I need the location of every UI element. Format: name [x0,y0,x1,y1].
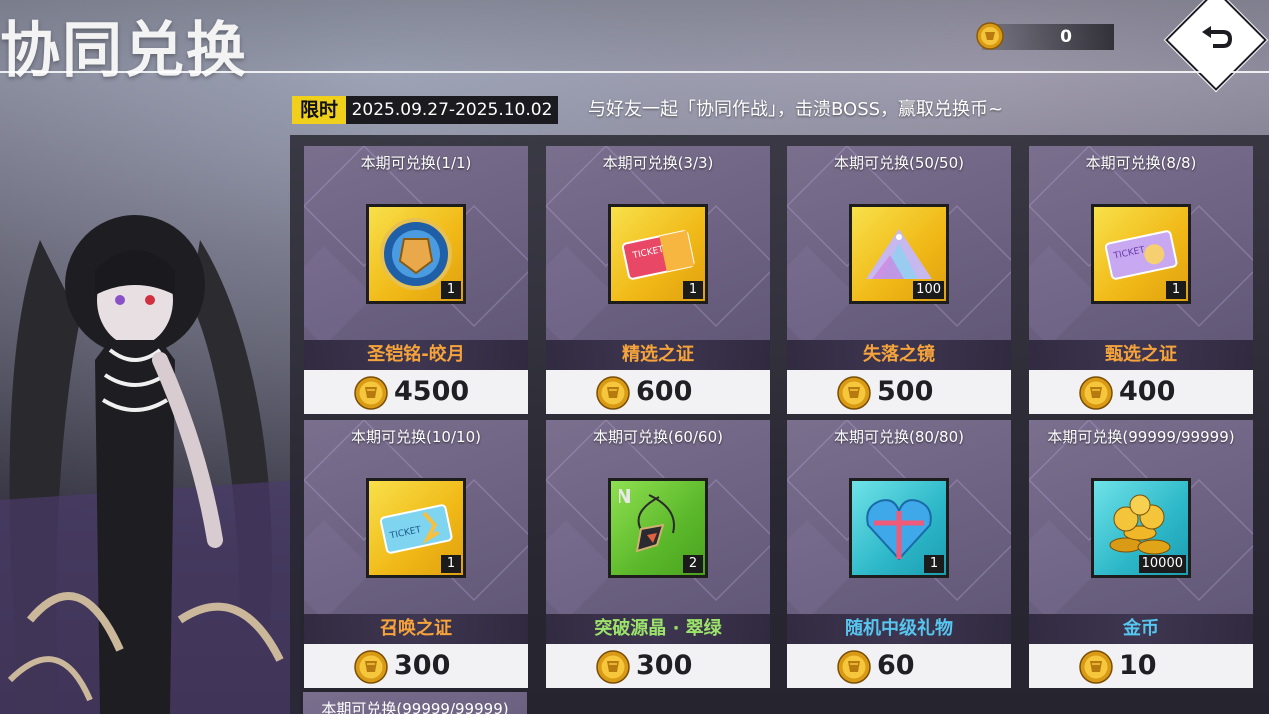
card-limit-text: 本期可兑换(1/1) [360,154,472,172]
price-button[interactable]: 4500 [304,370,528,414]
item-icon-box[interactable]: 100 [849,204,949,304]
item-name: 失落之镜 [863,344,935,365]
exchange-coin-icon [354,650,388,684]
item-name: 突破源晶 · 翠绿 [594,618,722,639]
item-name-bar: 精选之证 [546,340,770,370]
item-name: 圣铠铭-皎月 [367,344,465,365]
price-button[interactable]: 600 [546,370,770,414]
return-arrow-icon [1202,26,1233,48]
price-button[interactable]: 60 [787,644,1011,688]
exchange-card-partial[interactable]: 本期可兑换(99999/99999) [303,692,527,714]
currency-value: 0 [1060,27,1072,47]
item-icon-box[interactable]: 1 [849,478,949,578]
exchange-card[interactable]: 本期可兑换(8/8) TICKET 1 甄选之证 400 [1029,146,1253,414]
item-name: 金币 [1123,618,1159,639]
card-limit-text: 本期可兑换(60/60) [593,428,723,446]
item-quantity: 1 [441,281,461,299]
item-price: 500 [877,376,934,407]
item-icon-box[interactable]: N2 [608,478,708,578]
exchange-card[interactable]: 本期可兑换(99999/99999) 10000 金币 10 [1029,420,1253,688]
price-button[interactable]: 400 [1029,370,1253,414]
item-name-bar: 失落之镜 [787,340,1011,370]
card-limit-text: 本期可兑换(80/80) [834,428,964,446]
back-button[interactable] [1167,0,1265,89]
card-limit-text: 本期可兑换(10/10) [351,428,481,446]
item-quantity: 1 [924,555,944,573]
card-limit-text: 本期可兑换(99999/99999) [1047,428,1235,446]
limited-tag: 限时 [292,96,346,124]
item-price: 300 [636,650,693,681]
item-name-bar: 甄选之证 [1029,340,1253,370]
item-price: 300 [394,650,451,681]
item-icon-box[interactable]: TICKET 1 [608,204,708,304]
exchange-coin-icon [837,650,871,684]
item-quantity: 10000 [1138,555,1186,573]
page-title: 协同兑换 [0,16,248,86]
item-name: 随机中级礼物 [845,618,953,639]
item-name: 精选之证 [622,344,694,365]
exchange-card[interactable]: 本期可兑换(3/3) TICKET 1 精选之证 600 [546,146,770,414]
item-name: 甄选之证 [1105,344,1177,365]
item-name-bar: 金币 [1029,614,1253,644]
exchange-card[interactable]: 本期可兑换(50/50) 100 失落之镜 500 [787,146,1011,414]
exchange-coin-icon [1079,376,1113,410]
exchange-coin-icon [596,376,630,410]
exchange-card[interactable]: 本期可兑换(10/10) TICKET 1 召唤之证 300 [304,420,528,688]
header-divider [0,71,1269,73]
card-limit-text: 本期可兑换(8/8) [1085,154,1197,172]
card-limit-text: 本期可兑换(50/50) [834,154,964,172]
item-name-bar: 召唤之证 [304,614,528,644]
item-icon-box[interactable]: 1 [366,204,466,304]
item-quantity: 2 [683,555,703,573]
exchange-coin-icon [354,376,388,410]
price-button[interactable]: 10 [1029,644,1253,688]
item-name-bar: 突破源晶 · 翠绿 [546,614,770,644]
item-name: 召唤之证 [380,618,452,639]
price-button[interactable]: 500 [787,370,1011,414]
item-price: 400 [1119,376,1176,407]
exchange-card[interactable]: 本期可兑换(1/1) 1 圣铠铭-皎月 4500 [304,146,528,414]
item-icon-box[interactable]: 10000 [1091,478,1191,578]
exchange-card[interactable]: 本期可兑换(60/60) N 2 突破源晶 · 翠绿 300 [546,420,770,688]
currency-display: 0 [976,22,1114,50]
top-bar: 协同兑换 0 [0,0,1269,89]
item-name-bar: 圣铠铭-皎月 [304,340,528,370]
card-limit-text: 本期可兑换(3/3) [602,154,714,172]
item-icon-box[interactable]: TICKET 1 [1091,204,1191,304]
item-icon-box[interactable]: TICKET 1 [366,478,466,578]
item-quantity: 1 [683,281,703,299]
item-price: 60 [877,650,915,681]
card-limit-text: 本期可兑换(99999/99999) [321,700,509,714]
item-price: 4500 [394,376,470,407]
svg-text:N: N [619,489,632,508]
exchange-coin-icon [1079,650,1113,684]
item-quantity: 100 [913,281,944,299]
exchange-coin-icon [596,650,630,684]
exchange-coin-icon [976,22,1004,50]
exchange-coin-icon [837,376,871,410]
item-price: 600 [636,376,693,407]
item-quantity: 1 [441,555,461,573]
price-button[interactable]: 300 [546,644,770,688]
item-price: 10 [1119,650,1157,681]
event-description: 与好友一起「协同作战」，击溃BOSS，赢取兑换币~ [588,99,1004,120]
price-button[interactable]: 300 [304,644,528,688]
exchange-card[interactable]: 本期可兑换(80/80) 1 随机中级礼物 60 [787,420,1011,688]
item-quantity: 1 [1166,281,1186,299]
character-illustration [0,215,300,714]
event-date-range: 2025.09.27-2025.10.02 [346,96,558,124]
item-name-bar: 随机中级礼物 [787,614,1011,644]
